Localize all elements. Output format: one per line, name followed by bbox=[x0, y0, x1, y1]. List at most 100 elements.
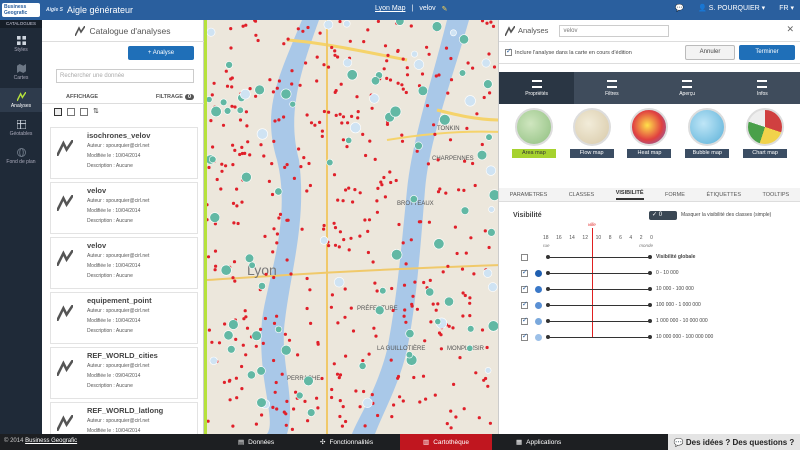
visibility-slider[interactable] bbox=[546, 334, 652, 339]
applications-icon: ▦ bbox=[516, 439, 523, 446]
nav-donnees[interactable]: ▤ Données bbox=[230, 434, 282, 450]
station-dot bbox=[330, 387, 334, 392]
analysis-description: Description : Aucune bbox=[87, 273, 133, 279]
sidebar-item-styles[interactable]: Styles bbox=[0, 32, 42, 56]
row-checkbox[interactable] bbox=[521, 300, 528, 309]
scale-extremes: rue monde bbox=[543, 243, 653, 248]
sidebar-item-fond-de-plan[interactable]: Fond de plan bbox=[0, 144, 42, 168]
list-item[interactable]: REF_WORLD_cities Auteur : spourquier@cir… bbox=[50, 347, 198, 399]
sort-icon[interactable]: ⇅ bbox=[93, 108, 101, 116]
type-flow-map[interactable]: Flow map bbox=[567, 108, 617, 158]
sidebar-item-analyses[interactable]: Analyses bbox=[0, 88, 42, 112]
row-checkbox[interactable] bbox=[521, 253, 528, 261]
station-dot bbox=[332, 221, 336, 225]
tab-forme[interactable]: FORME bbox=[665, 192, 685, 198]
type-bubble-map[interactable]: Bubble map bbox=[682, 108, 732, 158]
class-color-dot bbox=[535, 285, 542, 293]
cancel-button[interactable]: Annuler bbox=[685, 45, 735, 60]
chat-icon[interactable]: 💬 bbox=[675, 4, 684, 12]
search-input[interactable]: Rechercher une donnée bbox=[56, 69, 194, 83]
map-canvas[interactable]: Lyon TONKIN CHARPENNES BROTTEAUX PRÉFECT… bbox=[207, 20, 498, 434]
station-bubble bbox=[306, 408, 316, 417]
tab-classes[interactable]: CLASSES bbox=[569, 192, 594, 198]
station-dot bbox=[449, 78, 454, 82]
sidebar-item-label: Styles bbox=[14, 46, 28, 53]
grid-view-icon[interactable] bbox=[54, 108, 62, 116]
station-bubble bbox=[358, 361, 367, 370]
pencil-icon[interactable]: ✎ bbox=[442, 5, 448, 13]
station-dot bbox=[342, 238, 346, 242]
list-view-icon[interactable] bbox=[67, 108, 75, 116]
station-dot bbox=[348, 39, 352, 43]
station-dot bbox=[376, 413, 380, 418]
station-bubble bbox=[460, 206, 470, 215]
visibility-slider[interactable] bbox=[546, 270, 652, 275]
nav-cartotheque[interactable]: ▥ Cartothèque bbox=[400, 434, 492, 450]
station-dot bbox=[335, 372, 340, 376]
type-label: Flow map bbox=[569, 149, 614, 158]
sidebar-item-geotables[interactable]: Géotables bbox=[0, 116, 42, 140]
station-dot bbox=[333, 49, 337, 53]
list-item[interactable]: equipement_point Auteur : spourquier@cir… bbox=[50, 292, 198, 344]
row-checkbox[interactable] bbox=[521, 284, 528, 293]
station-dot bbox=[339, 82, 343, 86]
station-bubble bbox=[228, 319, 239, 330]
finish-button[interactable]: Terminer bbox=[739, 45, 795, 60]
tab-visibilite[interactable]: VISIBILITÉ bbox=[615, 190, 644, 200]
tab-filtres[interactable]: Filtres bbox=[574, 72, 649, 104]
user-menu[interactable]: 👤 S. POURQUIER ▾ bbox=[698, 4, 765, 12]
station-dot bbox=[405, 73, 410, 77]
station-dot bbox=[326, 65, 331, 69]
company-link[interactable]: Business Geografic bbox=[25, 438, 77, 444]
station-dot bbox=[333, 90, 337, 94]
station-dot bbox=[230, 85, 234, 89]
station-dot bbox=[373, 281, 377, 285]
nav-applications[interactable]: ▦ Applications bbox=[508, 434, 569, 450]
feedback-button[interactable]: 💬 Des idées ? Des questions ? bbox=[668, 434, 800, 450]
tab-filtrage[interactable]: FILTRAGE 0 bbox=[156, 93, 194, 100]
list-item[interactable]: velov Auteur : spourquier@cirl.net Modif… bbox=[50, 237, 198, 289]
row-checkbox[interactable] bbox=[521, 332, 528, 341]
station-dot bbox=[379, 180, 383, 184]
visibility-slider[interactable] bbox=[546, 254, 652, 259]
lyon-map-link[interactable]: Lyon Map bbox=[375, 5, 405, 13]
tab-parametres[interactable]: PARAMETRES bbox=[510, 192, 548, 198]
language-menu[interactable]: FR ▾ bbox=[779, 4, 794, 12]
current-analysis-link[interactable]: velov bbox=[419, 5, 435, 13]
tab-tooltips[interactable]: TOOLTIPS bbox=[763, 192, 790, 198]
scale-tick: 4 bbox=[629, 235, 633, 241]
tab-proprietes[interactable]: Propriétés bbox=[499, 72, 575, 104]
close-icon[interactable]: ✕ bbox=[786, 24, 794, 35]
visibility-toggle[interactable]: ✓ 0 bbox=[649, 211, 677, 220]
analysis-author: Auteur : spourquier@cirl.net bbox=[87, 253, 150, 259]
tab-etiquettes[interactable]: ÉTIQUETTES bbox=[706, 192, 741, 198]
analysis-name-field[interactable]: velov bbox=[559, 24, 670, 37]
station-dot bbox=[240, 200, 244, 204]
sidebar-item-cartes[interactable]: Cartes bbox=[0, 60, 42, 84]
map-view[interactable]: Lyon TONKIN CHARPENNES BROTTEAUX PRÉFECT… bbox=[204, 20, 498, 434]
include-checkbox[interactable] bbox=[505, 47, 512, 56]
station-dot bbox=[209, 119, 213, 123]
visibility-slider[interactable] bbox=[546, 302, 652, 307]
compact-view-icon[interactable] bbox=[80, 108, 88, 116]
visibility-slider[interactable] bbox=[546, 318, 652, 323]
tab-affichage[interactable]: AFFICHAGE bbox=[66, 94, 98, 100]
row-checkbox[interactable] bbox=[521, 268, 528, 277]
company-logo[interactable]: Business Geografic bbox=[2, 3, 40, 17]
type-chart-map[interactable]: Chart map bbox=[740, 108, 790, 158]
nav-fonctionnalites[interactable]: ✣ Fonctionnalités bbox=[312, 434, 381, 450]
tab-infos[interactable]: Infos bbox=[725, 72, 800, 104]
row-checkbox[interactable] bbox=[521, 316, 528, 325]
list-item[interactable]: velov Auteur : spourquier@cirl.net Modif… bbox=[50, 182, 198, 234]
station-bubble bbox=[223, 107, 232, 115]
visibility-slider[interactable] bbox=[546, 286, 652, 291]
row-label: 0 - 10 000 bbox=[656, 270, 679, 276]
add-analysis-button[interactable]: + Analyse bbox=[128, 46, 194, 60]
type-area-map[interactable]: Area map bbox=[509, 108, 559, 158]
station-dot bbox=[289, 272, 293, 276]
list-icon bbox=[531, 79, 542, 88]
tab-apercu[interactable]: Aperçu bbox=[650, 72, 725, 104]
type-heat-map[interactable]: Heat map bbox=[624, 108, 674, 158]
list-item[interactable]: isochrones_velov Auteur : spourquier@cir… bbox=[50, 127, 198, 179]
station-dot bbox=[233, 148, 237, 152]
